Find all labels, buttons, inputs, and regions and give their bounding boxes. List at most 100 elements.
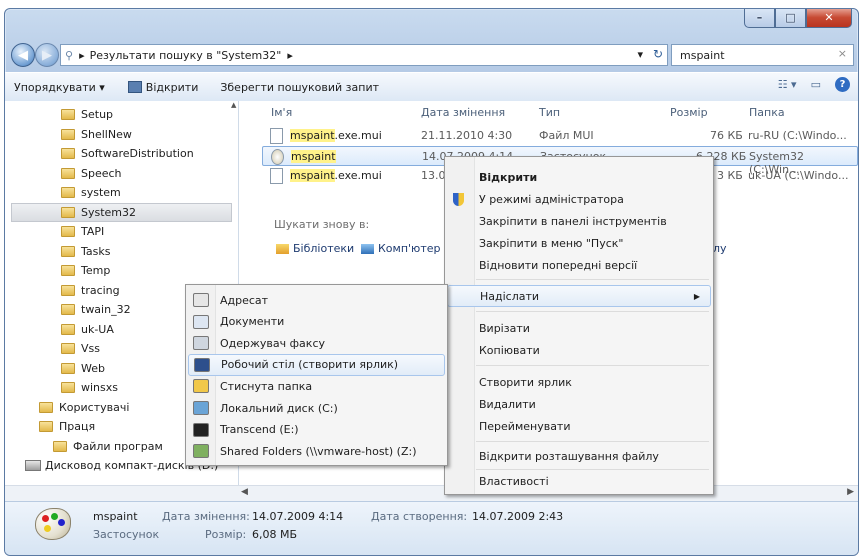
send-to-item[interactable]: Робочий стіл (створити ярлик) [188, 353, 445, 376]
folder-icon [61, 187, 75, 198]
scroll-left-icon[interactable]: ◀ [241, 487, 248, 497]
sidebar-item-system[interactable]: system [61, 183, 121, 202]
folder-icon [61, 245, 75, 257]
zip-folder-icon [193, 379, 209, 394]
search-libraries-link[interactable]: Бібліотеки [276, 242, 354, 255]
view-options-icon[interactable]: ☷ ▾ [778, 78, 797, 91]
search-again-label: Шукати знову в: [274, 218, 370, 231]
menu-delete[interactable]: Видалити [447, 393, 711, 415]
menu-open-location[interactable]: Відкрити розташування файлу [447, 445, 711, 467]
sidebar-item-temp[interactable]: Temp [61, 261, 110, 280]
folder-icon [61, 109, 75, 120]
address-bar[interactable]: ⚲ ▸ Результати пошуку в "System32" ▸ ▾ ↻ [60, 44, 668, 66]
menu-rename[interactable]: Перейменувати [447, 415, 711, 437]
menu-create-shortcut[interactable]: Створити ярлик [447, 371, 711, 393]
scroll-right-icon[interactable]: ▶ [847, 487, 854, 497]
folder-icon [61, 323, 75, 335]
sidebar-item-tasks[interactable]: Tasks [61, 242, 110, 261]
sidebar-item-system32[interactable]: System32 [11, 202, 232, 222]
sidebar-item-uk-ua[interactable]: uk-UA [61, 320, 114, 339]
folder-icon [61, 167, 75, 179]
send-to-item[interactable]: Стиснута папка [188, 375, 445, 397]
folder-icon [61, 226, 75, 237]
sidebar-item-tapi[interactable]: TAPI [61, 222, 104, 241]
folder-icon [61, 382, 75, 393]
refresh-icon[interactable]: ↻ [653, 47, 663, 61]
file-row[interactable]: mspaint.exe.mui 21.11.2010 4:30 Файл MUI… [262, 126, 858, 146]
sidebar-item-web[interactable]: Web [61, 359, 105, 378]
explorer-window: – □ ✕ ◀ ▶ ⚲ ▸ Результати пошуку в "Syste… [4, 8, 859, 556]
details-created-value: 14.07.2009 2:43 [472, 510, 564, 523]
preview-pane-icon[interactable]: ▭ [811, 78, 821, 91]
breadcrumb[interactable]: Результати пошуку в "System32" [90, 49, 282, 62]
send-to-item[interactable]: Shared Folders (\\vmware-host) (Z:) [188, 440, 445, 462]
sidebar-item-twain-32[interactable]: twain_32 [61, 300, 131, 319]
close-button[interactable]: ✕ [806, 9, 852, 28]
folder-icon [61, 284, 75, 296]
organize-button[interactable]: Упорядкувати ▾ [14, 81, 105, 94]
search-value[interactable]: mspaint [672, 49, 725, 62]
column-header-type[interactable]: Тип [539, 101, 560, 123]
column-header-folder[interactable]: Папка [749, 101, 785, 123]
search-input[interactable]: mspaint × [671, 44, 854, 66]
paint-palette-icon [35, 508, 71, 540]
column-header-name[interactable]: Ім'я [271, 101, 292, 123]
minimize-button[interactable]: – [744, 9, 775, 28]
folder-icon [39, 401, 53, 413]
sidebar-item-vss[interactable]: Vss [61, 339, 100, 358]
send-to-item[interactable]: Документи [188, 311, 445, 333]
forward-button[interactable]: ▶ [35, 43, 59, 67]
search-custom-link[interactable]: лу [713, 242, 727, 255]
folder-icon [61, 148, 75, 159]
scroll-up-icon[interactable]: ▲ [231, 101, 238, 109]
send-to-item[interactable]: Одержувач факсу [188, 332, 445, 354]
sidebar-item-lower[interactable]: Користувачі [39, 398, 129, 417]
menu-copy[interactable]: Копіювати [447, 339, 711, 361]
send-to-item[interactable]: Локальний диск (C:) [188, 397, 445, 419]
sidebar-item-softwaredistribution[interactable]: SoftwareDistribution [61, 144, 194, 163]
sidebar-item-speech[interactable]: Speech [61, 164, 122, 183]
horizontal-scrollbar[interactable]: ◀ ▶ [5, 485, 858, 502]
menu-pin-start[interactable]: Закріпити в меню "Пуск" [447, 232, 711, 254]
sidebar-item-tracing[interactable]: tracing [61, 281, 120, 300]
menu-pin-taskbar[interactable]: Закріпити в панелі інструментів [447, 210, 711, 232]
toolbar: Упорядкувати ▾ Відкрити Зберегти пошуков… [5, 72, 858, 102]
back-button[interactable]: ◀ [11, 43, 35, 67]
sidebar-item-winsxs[interactable]: winsxs [61, 378, 118, 397]
addressee-icon [193, 293, 209, 307]
menu-restore-versions[interactable]: Відновити попередні версії [447, 254, 711, 276]
menu-cut[interactable]: Вирізати [447, 317, 711, 339]
details-pane: mspaint Застосунок Дата змінення: 14.07.… [5, 501, 858, 555]
details-size-value: 6,08 МБ [252, 528, 298, 541]
mui-file-icon [270, 168, 283, 184]
sidebar-item-shellnew[interactable]: ShellNew [61, 125, 132, 144]
crumb-arrow-icon[interactable]: ▸ [79, 49, 85, 62]
address-dropdown-icon[interactable]: ▾ [637, 48, 643, 61]
crumb-arrow-icon[interactable]: ▸ [287, 49, 293, 62]
libraries-icon [276, 243, 289, 254]
menu-open[interactable]: Відкрити [447, 166, 711, 188]
send-to-item[interactable]: Адресат [188, 289, 445, 311]
column-header-date[interactable]: Дата змінення [421, 101, 505, 123]
maximize-button[interactable]: □ [775, 9, 806, 28]
details-modified-value: 14.07.2009 4:14 [252, 510, 344, 523]
menu-send-to[interactable]: Надіслати ▶ [447, 285, 711, 307]
send-to-item[interactable]: Transcend (E:) [188, 419, 445, 441]
folder-icon [53, 440, 67, 452]
menu-properties[interactable]: Властивості [447, 470, 711, 492]
submenu-arrow-icon: ▶ [693, 291, 700, 301]
sidebar-item-lower[interactable]: Файли програм [53, 437, 163, 456]
clear-search-icon[interactable]: × [838, 47, 847, 60]
send-to-submenu: Адресат Документи Одержувач факсу Робочий с… [185, 284, 448, 466]
help-icon[interactable]: ? [835, 77, 850, 92]
save-search-button[interactable]: Зберегти пошуковий запит [220, 81, 379, 94]
open-button[interactable]: Відкрити [127, 81, 198, 94]
cd-drive-icon [25, 460, 41, 471]
folder-icon [61, 362, 75, 374]
search-computer-link[interactable]: Комп'ютер [361, 242, 440, 255]
sidebar-item-lower[interactable]: Праця [39, 417, 95, 436]
folder-icon [61, 206, 75, 218]
column-header-size[interactable]: Розмір [670, 101, 708, 123]
sidebar-item-setup[interactable]: Setup [61, 105, 113, 124]
menu-run-as-admin[interactable]: У режимі адміністратора [447, 188, 711, 210]
